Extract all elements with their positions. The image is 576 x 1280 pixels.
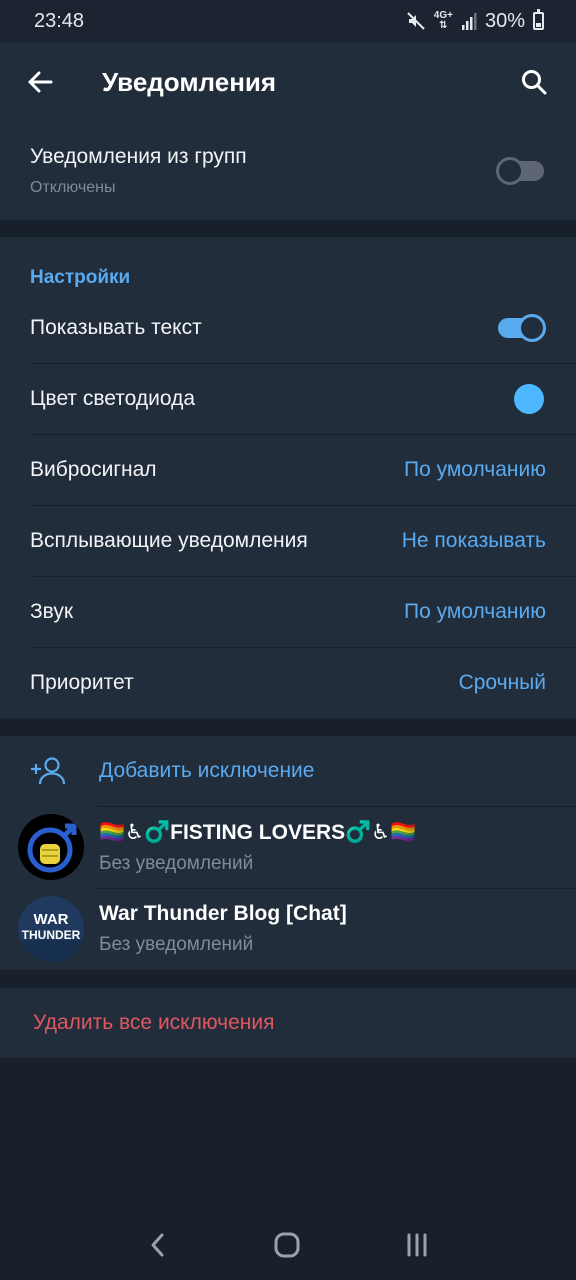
exception-text: 🏳️‍🌈♿♂️FISTING LOVERS♂️♿🏳️‍🌈 Без уведомл… — [99, 820, 416, 875]
vibrate-row[interactable]: Вибросигнал По умолчанию — [0, 434, 576, 505]
group-notifications-label: Уведомления из групп — [30, 145, 247, 168]
arrow-left-icon — [28, 71, 53, 93]
led-color-row[interactable]: Цвет светодиода — [0, 363, 576, 434]
battery-icon — [533, 9, 544, 30]
status-time: 23:48 — [34, 9, 85, 32]
delete-all-button[interactable]: Удалить все исключения — [0, 988, 576, 1058]
nav-back-icon[interactable] — [146, 1232, 170, 1258]
group-notifications-row[interactable]: Уведомления из групп Отключены — [0, 122, 576, 220]
exception-item[interactable]: 🏳️‍🌈♿♂️FISTING LOVERS♂️♿🏳️‍🌈 Без уведомл… — [0, 806, 576, 888]
avatar: WAR THUNDER — [18, 896, 84, 962]
status-bar: 23:48 4G+ ⇅ 30% — [0, 0, 576, 42]
page-title: Уведомления — [102, 66, 277, 97]
sound-label: Звук — [30, 599, 74, 623]
back-button[interactable] — [10, 52, 70, 112]
app-bar: Уведомления — [0, 42, 576, 122]
sound-row[interactable]: Звук По умолчанию — [0, 576, 576, 647]
chat-name: 🏳️‍🌈♿♂️FISTING LOVERS♂️♿🏳️‍🌈 — [99, 820, 417, 844]
chat-subtitle: Без уведомлений — [99, 852, 254, 874]
show-text-label: Показывать текст — [30, 315, 202, 339]
avatar-text: THUNDER — [22, 928, 81, 942]
network-indicator: 4G+ ⇅ — [433, 10, 453, 31]
delete-all-section: Удалить все исключения — [0, 988, 576, 1058]
sound-value: По умолчанию — [403, 599, 546, 623]
popup-label: Всплывающие уведомления — [30, 528, 308, 552]
add-user-icon — [31, 757, 66, 785]
exception-text: War Thunder Blog [Chat] Без уведомлений — [99, 902, 347, 956]
vibrate-value: По умолчанию — [403, 457, 546, 481]
search-button[interactable] — [504, 52, 564, 112]
group-notifications-text: Уведомления из групп Отключены — [30, 145, 247, 197]
search-icon — [522, 70, 547, 95]
group-notifications-toggle[interactable] — [496, 157, 546, 185]
led-color-label: Цвет светодиода — [30, 386, 196, 410]
add-exception-label: Добавить исключение — [99, 759, 315, 782]
nav-home-icon[interactable] — [273, 1231, 301, 1259]
battery-percent: 30% — [484, 9, 525, 32]
toggle-knob — [496, 157, 524, 185]
avatar — [18, 814, 84, 880]
group-notifications-section: Уведомления из групп Отключены — [0, 122, 576, 220]
priority-label: Приоритет — [30, 670, 134, 694]
priority-row[interactable]: Приоритет Срочный — [0, 647, 576, 718]
exception-item[interactable]: WAR THUNDER War Thunder Blog [Chat] Без … — [0, 888, 576, 970]
popup-value: Не показывать — [401, 528, 546, 552]
add-exception-row[interactable]: Добавить исключение — [0, 736, 576, 806]
toggle-knob — [518, 313, 546, 342]
settings-section: Настройки Показывать текст Цвет светодио… — [0, 237, 576, 718]
system-nav-bar — [0, 1210, 576, 1280]
show-text-row[interactable]: Показывать текст — [0, 292, 576, 363]
vibrate-label: Вибросигнал — [30, 457, 157, 481]
nav-recents-icon[interactable] — [404, 1233, 430, 1257]
chat-name: War Thunder Blog [Chat] — [99, 902, 347, 925]
popup-row[interactable]: Всплывающие уведомления Не показывать — [0, 505, 576, 576]
avatar-text: WAR — [34, 911, 69, 928]
battery-fill — [536, 22, 541, 27]
exceptions-section: Добавить исключение 🏳️‍🌈♿♂️FISTING LOVER… — [0, 736, 576, 970]
settings-header: Настройки — [30, 267, 131, 288]
mute-icon — [406, 11, 426, 31]
signal-icon — [461, 12, 477, 30]
led-color-swatch[interactable] — [514, 383, 544, 414]
chat-subtitle: Без уведомлений — [99, 934, 254, 955]
priority-value: Срочный — [458, 670, 546, 694]
status-icons: 4G+ ⇅ 30% — [406, 9, 544, 33]
group-notifications-sub: Отключены — [30, 179, 116, 196]
show-text-toggle[interactable] — [498, 313, 546, 342]
